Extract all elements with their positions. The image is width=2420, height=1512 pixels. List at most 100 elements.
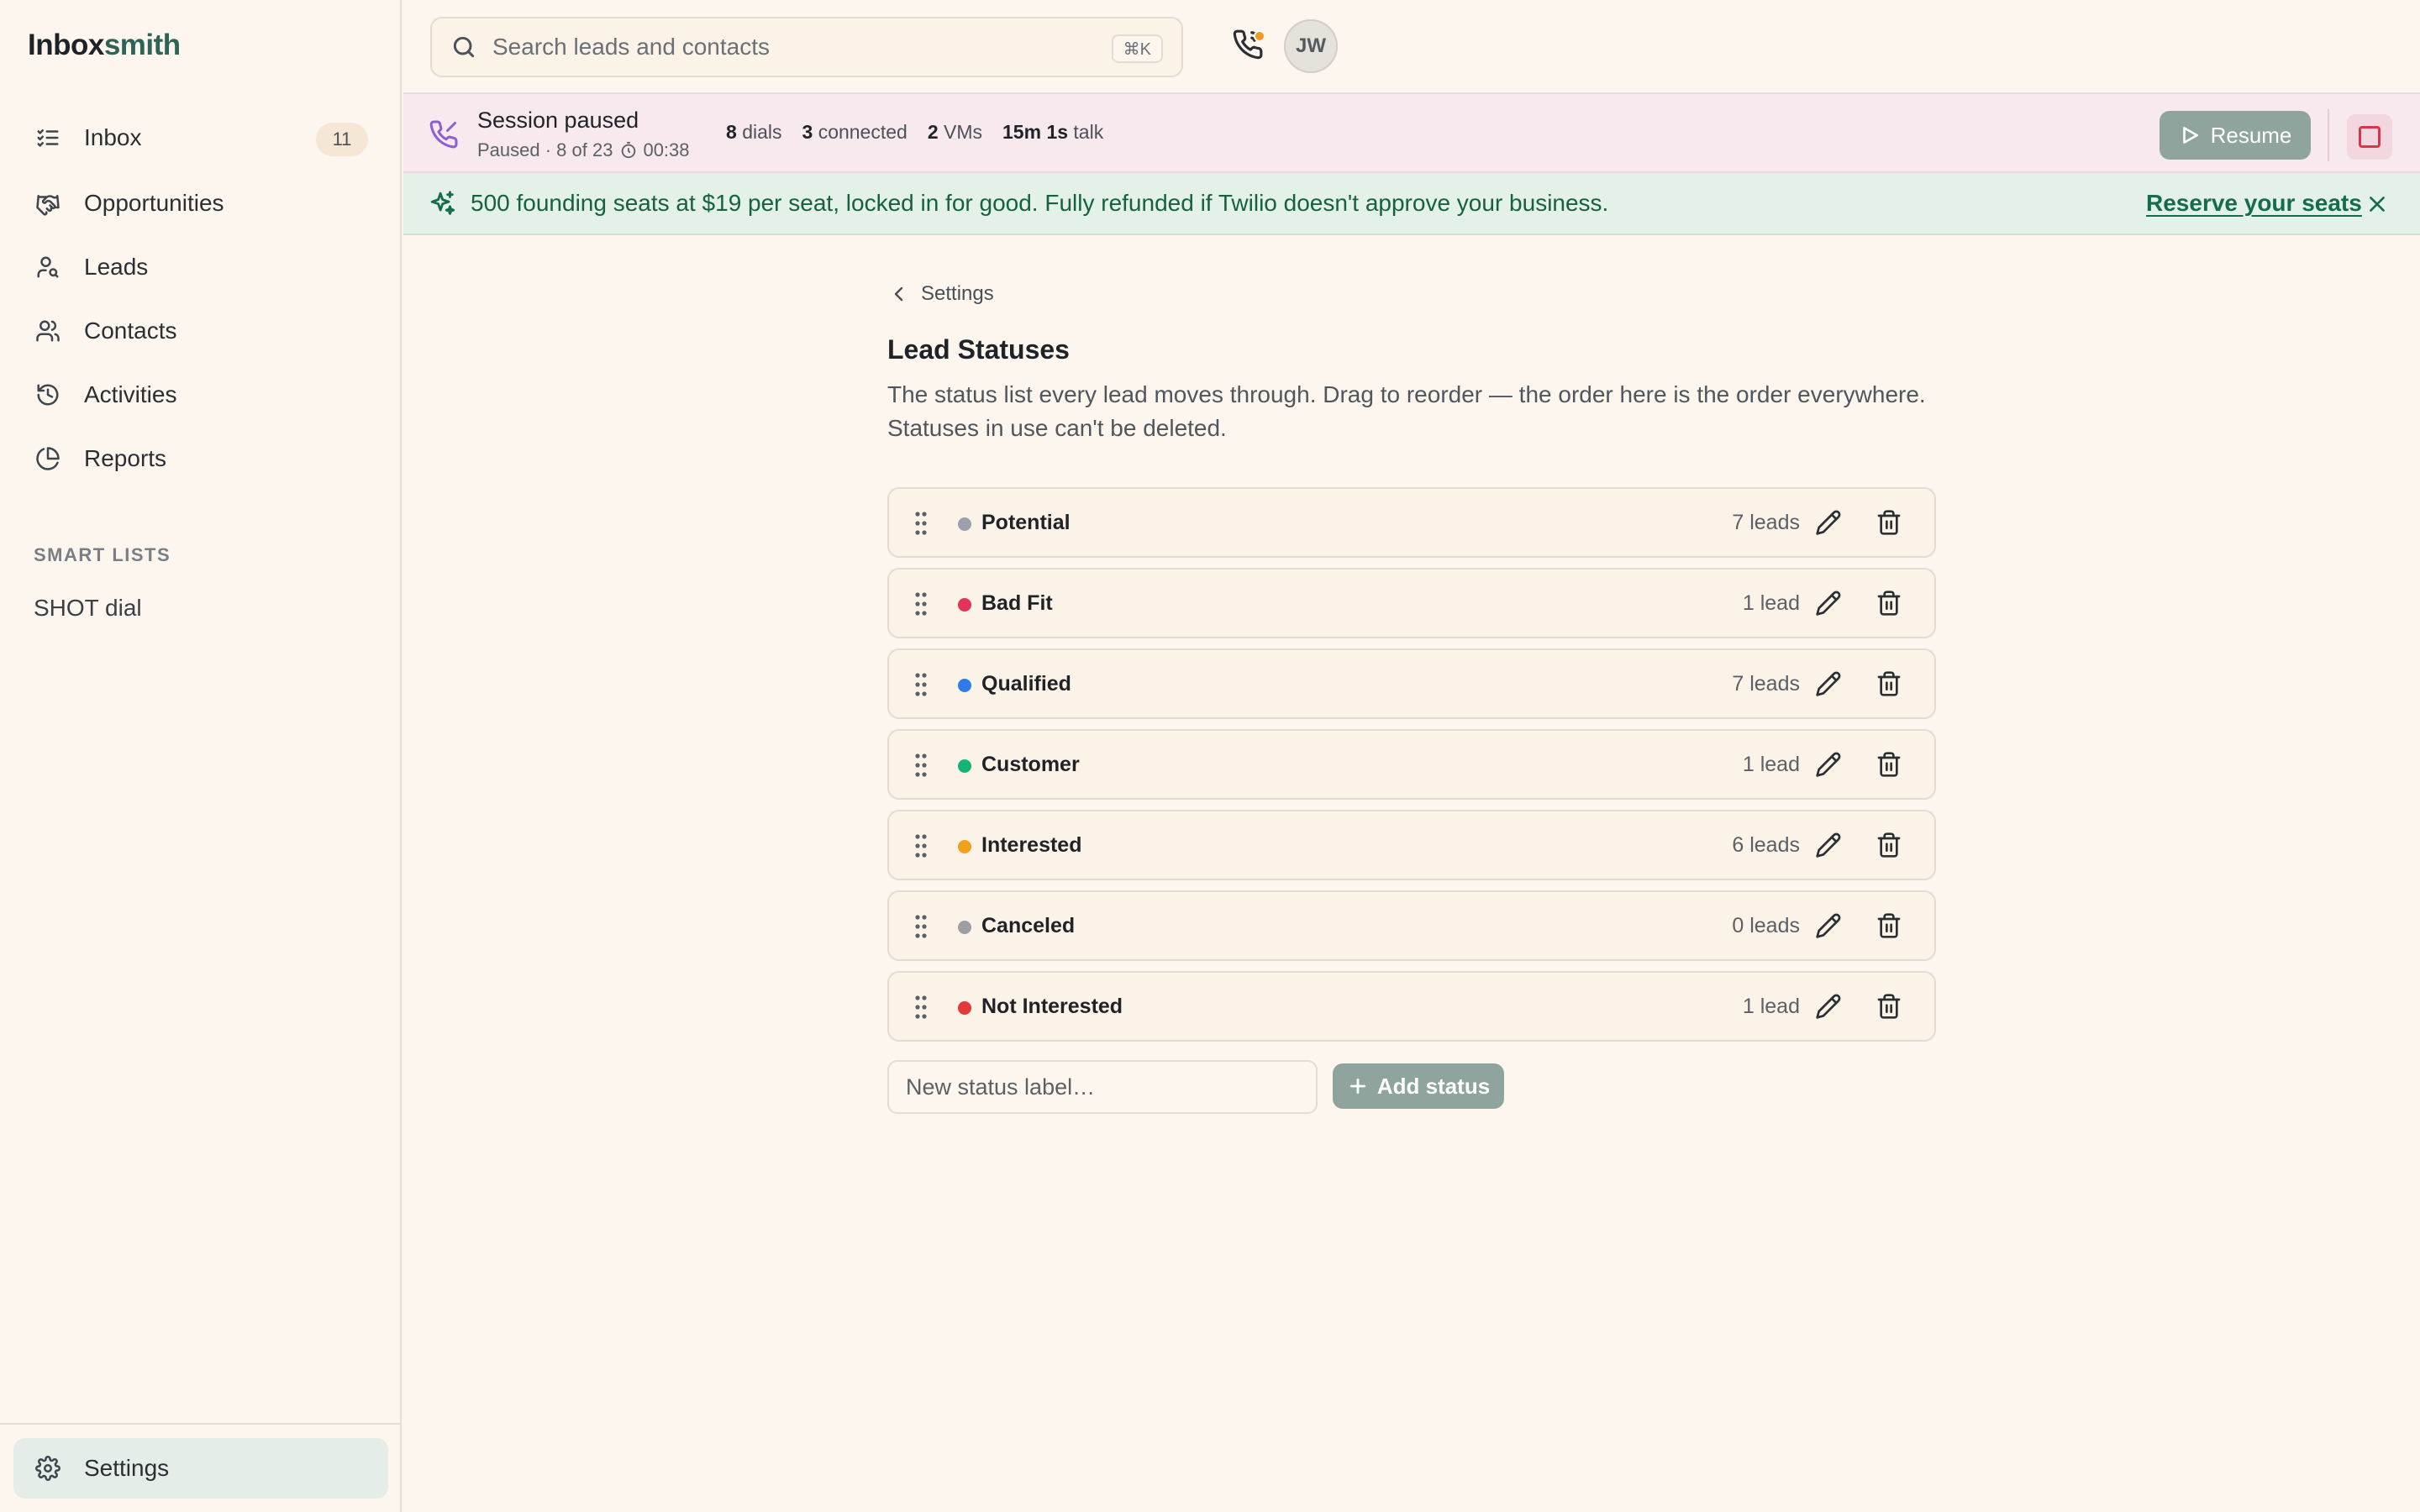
trash-icon: [1876, 510, 1902, 539]
stat-label: VMs: [944, 121, 983, 143]
status-color-dot: [958, 517, 971, 531]
search-input[interactable]: Search leads and contacts ⌘K: [430, 17, 1183, 77]
edit-status-button[interactable]: [1815, 670, 1845, 701]
close-banner-button[interactable]: [2366, 193, 2390, 217]
handshake-icon: [34, 189, 62, 218]
status-color-dot: [958, 598, 971, 612]
trash-icon: [1876, 832, 1902, 862]
pencil-icon: [1815, 832, 1842, 862]
status-lead-count: 1 lead: [1742, 995, 1800, 1018]
drag-handle-icon[interactable]: [914, 511, 928, 536]
new-status-input[interactable]: [887, 1060, 1318, 1114]
status-row[interactable]: Customer 1 lead: [887, 729, 1936, 800]
status-row[interactable]: Not Interested 1 lead: [887, 971, 1936, 1042]
trash-icon: [1876, 994, 1902, 1023]
sidebar-item-label: Opportunities: [84, 190, 224, 216]
sidebar-item-label: Activities: [84, 381, 177, 407]
sidebar-item-label: Inbox: [84, 124, 142, 150]
status-row[interactable]: Potential 7 leads: [887, 487, 1936, 558]
edit-status-button[interactable]: [1815, 590, 1845, 620]
status-row[interactable]: Interested 6 leads: [887, 810, 1936, 880]
edit-status-button[interactable]: [1815, 832, 1845, 862]
status-color-dot: [958, 759, 971, 773]
trash-icon: [1876, 913, 1902, 942]
smart-list-item[interactable]: SHOT dial: [34, 595, 142, 622]
pencil-icon: [1815, 752, 1842, 781]
pencil-icon: [1815, 913, 1842, 942]
page-description: The status list every lead moves through…: [887, 381, 1926, 441]
status-row[interactable]: Canceled 0 leads: [887, 890, 1936, 961]
sidebar-item-inbox[interactable]: Inbox 11: [13, 111, 388, 165]
smart-lists-heading: SMART LISTS: [34, 544, 171, 565]
sidebar-item-reports[interactable]: Reports: [13, 432, 388, 486]
delete-status-button[interactable]: [1876, 509, 1906, 539]
delete-status-button[interactable]: [1876, 832, 1906, 862]
status-lead-count: 7 leads: [1732, 672, 1800, 696]
sidebar-item-opportunities[interactable]: Opportunities: [13, 176, 388, 230]
inbox-count-badge: 11: [316, 123, 368, 156]
status-label: Bad Fit: [981, 591, 1053, 615]
drag-handle-icon[interactable]: [914, 591, 928, 617]
reserve-seats-link[interactable]: Reserve your seats: [2146, 190, 2362, 217]
back-to-settings-link[interactable]: Settings: [889, 282, 994, 306]
stat-dials: 8 dials: [726, 121, 782, 144]
brand-name-part1: Inbox: [28, 29, 104, 61]
resume-button[interactable]: Resume: [2160, 111, 2311, 160]
delete-status-button[interactable]: [1876, 751, 1906, 781]
add-status-label: Add status: [1376, 1073, 1491, 1099]
trash-icon: [1876, 752, 1902, 781]
sidebar-item-leads[interactable]: Leads: [13, 240, 388, 294]
status-color-dot: [958, 921, 971, 934]
delete-status-button[interactable]: [1876, 670, 1906, 701]
trash-icon: [1876, 591, 1902, 620]
close-icon: [2370, 197, 2385, 212]
sidebar-item-contacts[interactable]: Contacts: [13, 304, 388, 358]
sparkles-icon: [429, 190, 457, 218]
sidebar: Inboxsmith Inbox 11 Opportunities Leads …: [0, 0, 402, 1512]
pencil-icon: [1815, 591, 1842, 620]
status-color-dot: [958, 679, 971, 692]
status-lead-count: 7 leads: [1732, 511, 1800, 534]
history-icon: [34, 381, 62, 409]
status-label: Canceled: [981, 914, 1076, 937]
drag-handle-icon[interactable]: [914, 914, 928, 939]
add-status-button[interactable]: Add status: [1333, 1063, 1504, 1109]
sidebar-divider: [0, 1423, 402, 1425]
drag-handle-icon[interactable]: [914, 672, 928, 697]
stat-value: 2: [927, 121, 939, 143]
gear-icon: [34, 1454, 62, 1483]
status-row[interactable]: Qualified 7 leads: [887, 648, 1936, 719]
sidebar-item-label: Settings: [84, 1455, 170, 1481]
delete-status-button[interactable]: [1876, 912, 1906, 942]
brand-name-part2: smith: [103, 29, 181, 61]
plus-icon: [1349, 1079, 1365, 1094]
user-avatar[interactable]: JW: [1284, 19, 1338, 73]
edit-status-button[interactable]: [1815, 509, 1845, 539]
sidebar-item-label: Reports: [84, 445, 167, 471]
pie-chart-icon: [34, 444, 62, 473]
back-label: Settings: [921, 282, 994, 305]
delete-status-button[interactable]: [1876, 590, 1906, 620]
search-icon: [453, 36, 475, 58]
stat-voicemails: 2 VMs: [928, 121, 982, 144]
edit-status-button[interactable]: [1815, 751, 1845, 781]
session-subtitle: Paused · 8 of 23 00:38: [477, 139, 690, 161]
page-title: Lead Statuses: [887, 334, 1070, 365]
stop-session-button[interactable]: [2347, 114, 2392, 160]
session-title: Session paused: [477, 108, 639, 133]
sidebar-item-settings[interactable]: Settings: [13, 1438, 388, 1499]
edit-status-button[interactable]: [1815, 993, 1845, 1023]
sidebar-item-label: Leads: [84, 254, 149, 280]
drag-handle-icon[interactable]: [914, 753, 928, 778]
brand-logo[interactable]: Inboxsmith: [28, 29, 181, 62]
timer-icon: [622, 141, 636, 159]
drag-handle-icon[interactable]: [914, 833, 928, 858]
play-icon: [2182, 127, 2198, 144]
drag-handle-icon[interactable]: [914, 995, 928, 1020]
edit-status-button[interactable]: [1815, 912, 1845, 942]
stop-icon: [2359, 126, 2381, 148]
stat-connected: 3 connected: [802, 121, 908, 144]
delete-status-button[interactable]: [1876, 993, 1906, 1023]
status-row[interactable]: Bad Fit 1 lead: [887, 568, 1936, 638]
sidebar-item-activities[interactable]: Activities: [13, 368, 388, 422]
